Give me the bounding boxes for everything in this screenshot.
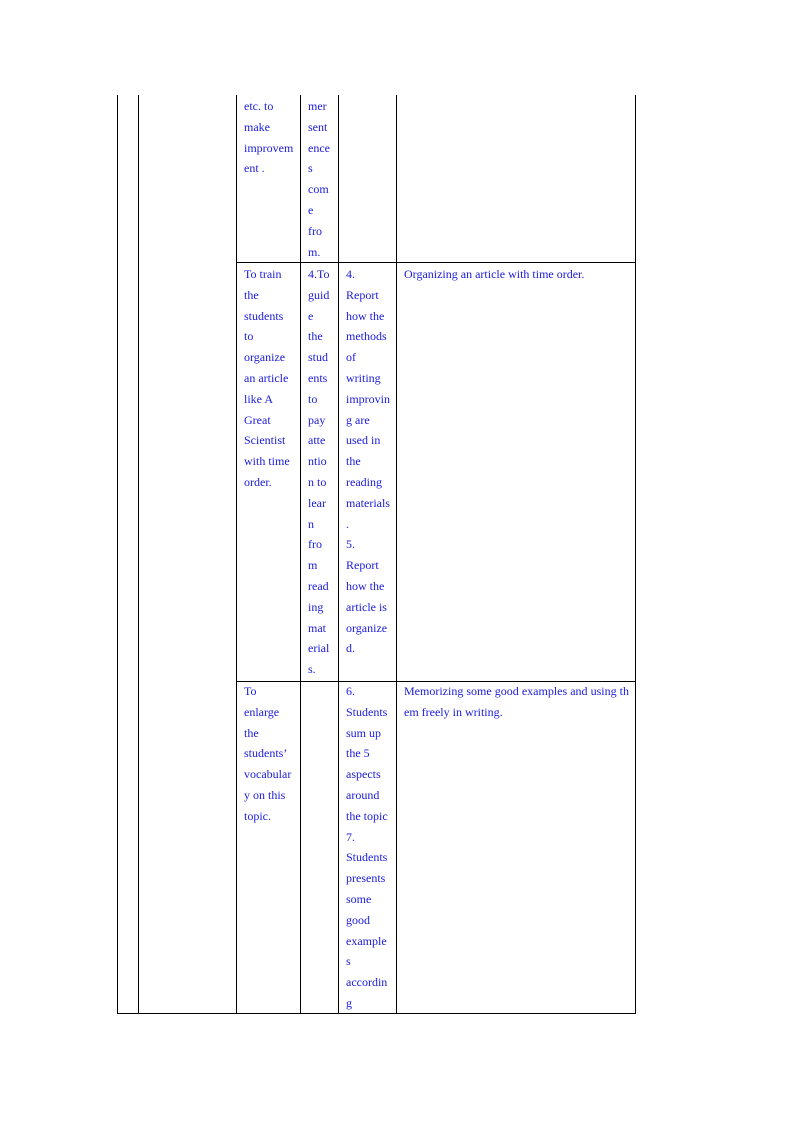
table-border	[236, 95, 237, 1014]
objective-cell: To enlarge the students’ vocabular y on …	[244, 684, 292, 823]
outcome-cell: Organizing an article with time order.	[404, 267, 585, 281]
activity-cell: 6. Students sum up the 5 aspects around …	[346, 684, 388, 1010]
objective-cell: To train the students to organize an art…	[244, 267, 290, 489]
outcome-cell: Memorizing some good examples and using …	[404, 684, 629, 719]
step-cell: 4.To guid e the stud ents to pay atte nt…	[308, 267, 330, 677]
objective-cell: etc. to make improvem ent .	[244, 99, 294, 176]
table-border	[396, 95, 397, 1014]
step-cell: mer sent ence s com e fro m.	[308, 99, 330, 259]
activity-cell: 4. Report how the methods of writing imp…	[346, 267, 390, 656]
row-divider	[236, 262, 636, 263]
table-border	[635, 95, 636, 1014]
table-border	[138, 95, 139, 1014]
table-border	[117, 95, 118, 1014]
